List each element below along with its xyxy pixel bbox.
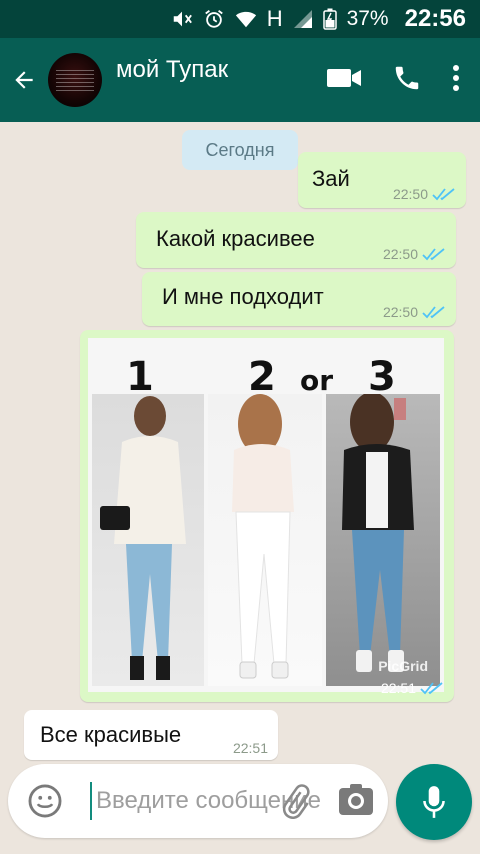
battery-icon (322, 7, 337, 31)
back-button[interactable] (2, 38, 46, 122)
voice-record-button[interactable] (396, 764, 472, 840)
signal-icon (293, 7, 313, 31)
mute-icon (171, 7, 193, 31)
battery-percent: 37% (346, 7, 389, 30)
chat-header: мой Тупак (0, 38, 480, 122)
outgoing-message[interactable]: И мне подходит 22:50 (142, 272, 456, 326)
clock: 22:56 (404, 5, 466, 32)
status-bar: H 37% 22:56 (0, 0, 480, 38)
message-time: 22:50 (392, 186, 428, 202)
image-watermark: PicGrid (378, 658, 428, 674)
more-vert-icon (453, 64, 459, 91)
read-ticks-icon (420, 682, 443, 695)
avatar[interactable] (48, 53, 102, 107)
message-time: 22:51 (232, 740, 268, 756)
network-type-label: H (266, 6, 283, 31)
outgoing-image-message[interactable]: 1 2 or 3 PicGrid 22:51 (80, 330, 454, 702)
message-text: Какой красивее (156, 226, 315, 251)
camera-icon (339, 784, 373, 815)
read-ticks-icon (432, 188, 455, 201)
contact-name[interactable]: мой Тупак (116, 56, 326, 84)
outfit-photo-1 (92, 394, 204, 686)
message-time: 22:50 (382, 304, 418, 320)
incoming-message[interactable]: Все красивые 22:51 (24, 710, 278, 760)
video-call-icon (327, 68, 361, 87)
outgoing-message[interactable]: Зай 22:50 (298, 152, 466, 208)
alarm-icon (203, 7, 225, 31)
message-text: И мне подходит (162, 284, 324, 309)
wifi-icon (235, 7, 257, 31)
read-ticks-icon (422, 306, 445, 319)
image-label-or: or (300, 364, 334, 397)
phone-icon (395, 66, 419, 89)
voice-call-button[interactable] (392, 63, 422, 98)
video-call-button[interactable] (326, 66, 362, 95)
message-list[interactable]: Сегодня Зай 22:50 Какой красивее 22:50 И… (0, 122, 480, 854)
message-time: 22:50 (382, 246, 418, 262)
date-chip: Сегодня (182, 130, 298, 170)
attach-icon (282, 784, 310, 819)
message-text: Зай (312, 166, 350, 191)
emoji-button[interactable] (26, 782, 64, 820)
message-composer (8, 764, 388, 838)
read-ticks-icon (422, 248, 445, 261)
camera-button[interactable] (338, 784, 374, 816)
outfit-photo-3: PicGrid (326, 394, 440, 686)
back-arrow-icon (15, 71, 33, 89)
message-text: Все красивые (40, 722, 182, 747)
mic-icon (423, 786, 445, 818)
more-options-button[interactable] (452, 64, 460, 97)
message-time: 22:51 (380, 680, 416, 696)
attach-button[interactable] (276, 782, 314, 822)
emoji-icon (28, 784, 62, 818)
outfit-collage-image[interactable]: 1 2 or 3 PicGrid (88, 338, 444, 692)
outgoing-message[interactable]: Какой красивее 22:50 (136, 212, 456, 268)
outfit-photo-2 (208, 394, 322, 686)
